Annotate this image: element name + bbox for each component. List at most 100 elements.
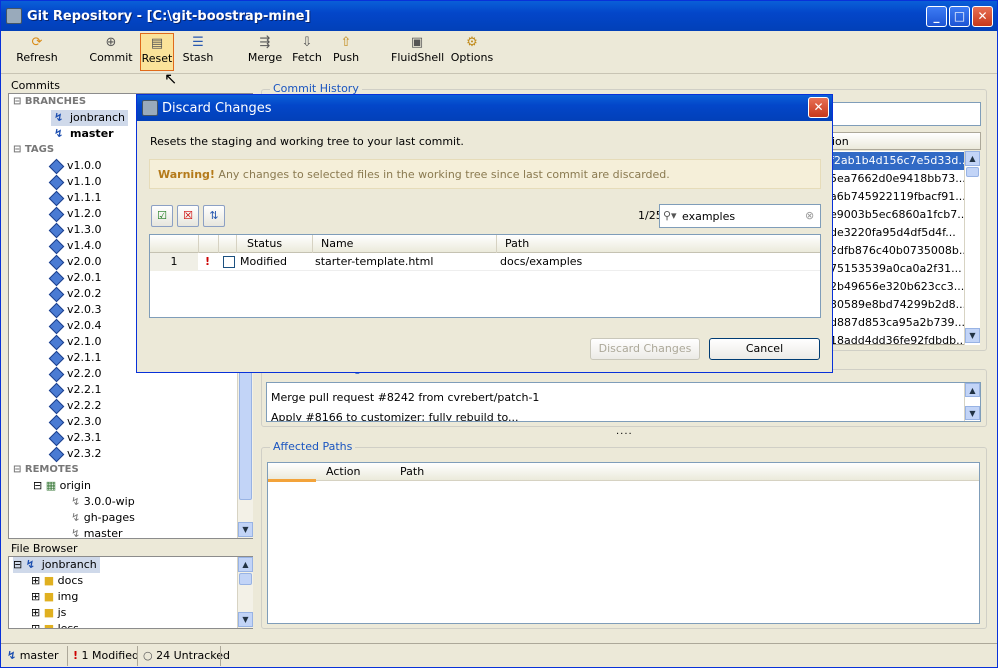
folder-img[interactable]: ⊞ ■ img bbox=[31, 589, 78, 605]
status-modified[interactable]: ! 1 Modified bbox=[73, 648, 139, 664]
remotes-header[interactable]: ⊟ REMOTES bbox=[13, 462, 79, 478]
tag-item[interactable]: v1.4.0 bbox=[48, 238, 102, 254]
column-path[interactable]: Path bbox=[505, 237, 529, 250]
commit-button[interactable]: ⊕ Commit bbox=[87, 33, 135, 71]
fetch-button[interactable]: ⇩ Fetch bbox=[290, 33, 324, 71]
options-button[interactable]: ⚙ Options bbox=[450, 33, 494, 71]
tag-item[interactable]: v1.3.0 bbox=[48, 222, 102, 238]
commit-row[interactable]: 2dfb876c40b0735008b... bbox=[830, 242, 965, 260]
remote-branch-master[interactable]: ↯ master bbox=[71, 526, 123, 542]
branch-jonbranch[interactable]: ↯ jonbranch bbox=[51, 110, 128, 126]
scroll-up-icon[interactable]: ▲ bbox=[965, 151, 980, 166]
scroll-thumb[interactable] bbox=[966, 167, 979, 177]
scroll-up-icon[interactable]: ▲ bbox=[238, 557, 253, 572]
commit-row[interactable]: 18add4dd36fe92fdbdb... bbox=[830, 332, 965, 344]
folder-less[interactable]: ⊞ ■ less bbox=[31, 621, 79, 628]
discard-changes-button[interactable]: Discard Changes bbox=[590, 338, 700, 360]
tag-item[interactable]: v2.2.1 bbox=[48, 382, 102, 398]
options-label: Options bbox=[450, 51, 494, 64]
close-button[interactable]: ✕ bbox=[972, 6, 993, 27]
tag-item[interactable]: v1.2.0 bbox=[48, 206, 102, 222]
select-all-button[interactable]: ☑ bbox=[151, 205, 173, 227]
tag-item[interactable]: v1.0.0 bbox=[48, 158, 102, 174]
commit-row[interactable]: 2b49656e320b623cc3... bbox=[830, 278, 965, 296]
tag-item[interactable]: v2.3.1 bbox=[48, 430, 102, 446]
push-button[interactable]: ⇧ Push bbox=[331, 33, 361, 71]
file-tree-root[interactable]: ⊟ ↯ jonbranch bbox=[13, 557, 100, 573]
tag-icon bbox=[48, 206, 65, 222]
maximize-button[interactable]: □ bbox=[949, 6, 970, 27]
commit-row[interactable]: 75153539a0ca0a2f31... bbox=[830, 260, 965, 278]
column-status[interactable]: Status bbox=[247, 237, 282, 250]
remote-branch-gh-pages[interactable]: ↯ gh-pages bbox=[71, 510, 135, 526]
stash-button[interactable]: ☰ Stash bbox=[181, 33, 215, 71]
clear-search-icon[interactable]: ⊗ bbox=[805, 209, 814, 222]
commit-row[interactable]: 5ea7662d0e9418bb73... bbox=[830, 170, 965, 188]
deselect-all-button[interactable]: ☒ bbox=[177, 205, 199, 227]
title-bar[interactable]: Git Repository - [C:\git-boostrap-mine] … bbox=[1, 1, 997, 31]
commit-row[interactable]: e9003b5ec6860a1fcb7... bbox=[830, 206, 965, 224]
remote-branch-label: gh-pages bbox=[83, 511, 135, 524]
tag-item[interactable]: v2.1.1 bbox=[48, 350, 102, 366]
commit-message-scrollbar[interactable]: ▲ ▼ bbox=[964, 383, 980, 421]
tag-item[interactable]: v2.0.1 bbox=[48, 270, 102, 286]
status-branch[interactable]: ↯ master bbox=[7, 648, 59, 664]
reset-button[interactable]: ▤ Reset bbox=[140, 33, 174, 71]
splitter-handle[interactable]: .... bbox=[616, 426, 633, 437]
scroll-down-icon[interactable]: ▼ bbox=[238, 522, 253, 537]
commit-row[interactable]: d887d853ca95a2b739... bbox=[830, 314, 965, 332]
dialog-icon bbox=[142, 100, 158, 116]
branch-master[interactable]: ↯ master bbox=[54, 126, 114, 142]
tag-item[interactable]: v2.0.2 bbox=[48, 286, 102, 302]
tag-item[interactable]: v2.0.4 bbox=[48, 318, 102, 334]
tag-item[interactable]: v2.0.0 bbox=[48, 254, 102, 270]
commit-filter-input[interactable] bbox=[827, 102, 981, 126]
column-name[interactable]: Name bbox=[321, 237, 353, 250]
scroll-up-icon[interactable]: ▲ bbox=[965, 383, 980, 397]
folder-js[interactable]: ⊞ ■ js bbox=[31, 605, 66, 621]
scroll-down-icon[interactable]: ▼ bbox=[965, 328, 980, 343]
folder-docs[interactable]: ⊞ ■ docs bbox=[31, 573, 83, 589]
dialog-close-button[interactable]: ✕ bbox=[808, 97, 829, 118]
merge-button[interactable]: ⇶ Merge bbox=[246, 33, 284, 71]
column-path[interactable]: Path bbox=[400, 465, 424, 478]
status-untracked[interactable]: ○ 24 Untracked bbox=[143, 648, 230, 664]
tag-item[interactable]: v2.3.0 bbox=[48, 414, 102, 430]
dialog-title-bar[interactable]: Discard Changes ✕ bbox=[137, 95, 832, 121]
file-tree-scrollbar[interactable]: ▲ ▼ bbox=[237, 557, 253, 628]
minimize-button[interactable]: _ bbox=[926, 6, 947, 27]
tag-icon bbox=[48, 446, 65, 462]
tag-label: v1.1.1 bbox=[67, 191, 102, 204]
tag-item[interactable]: v1.1.0 bbox=[48, 174, 102, 190]
tag-item[interactable]: v2.1.0 bbox=[48, 334, 102, 350]
commit-row[interactable]: f2ab1b4d156c7e5d33d... bbox=[830, 152, 965, 170]
tag-item[interactable]: v2.2.0 bbox=[48, 366, 102, 382]
commit-row[interactable]: de3220fa95d4df5d4f... bbox=[830, 224, 965, 242]
scroll-down-icon[interactable]: ▼ bbox=[965, 406, 980, 420]
commit-row[interactable]: a6b745922119fbacf91... bbox=[830, 188, 965, 206]
scroll-down-icon[interactable]: ▼ bbox=[238, 612, 253, 627]
refresh-button[interactable]: ⟳ Refresh bbox=[9, 33, 65, 71]
commit-row[interactable]: 30589e8bd74299b2d8... bbox=[830, 296, 965, 314]
remote-origin[interactable]: ⊟ ▦ origin bbox=[33, 478, 91, 494]
tag-item[interactable]: v1.1.1 bbox=[48, 190, 102, 206]
fluidshell-button[interactable]: ▣ FluidShell bbox=[391, 33, 444, 71]
stash-label: Stash bbox=[182, 51, 214, 64]
cancel-button[interactable]: Cancel bbox=[709, 338, 820, 360]
search-box[interactable]: ⚲▾ ⊗ bbox=[659, 204, 821, 228]
remote-branch-3-0-0-wip[interactable]: ↯ 3.0.0-wip bbox=[71, 494, 135, 510]
invert-selection-button[interactable]: ⇅ bbox=[203, 205, 225, 227]
row-number: 1 bbox=[150, 253, 198, 271]
column-action[interactable]: Action bbox=[326, 465, 360, 478]
tags-header[interactable]: ⊟ TAGS bbox=[13, 142, 54, 158]
table-row[interactable]: 1 ! Modified starter-template.html docs/… bbox=[150, 253, 820, 271]
tag-item[interactable]: v2.0.3 bbox=[48, 302, 102, 318]
tag-item[interactable]: v2.3.2 bbox=[48, 446, 102, 462]
tag-item[interactable]: v2.2.2 bbox=[48, 398, 102, 414]
commit-message-text[interactable]: Merge pull request #8242 from cvrebert/p… bbox=[266, 382, 981, 422]
row-checkbox[interactable] bbox=[223, 256, 235, 268]
commit-list-scrollbar[interactable]: ▲ ▼ bbox=[964, 151, 980, 345]
branches-header[interactable]: ⊟ BRANCHES bbox=[13, 94, 86, 110]
scroll-thumb[interactable] bbox=[239, 573, 252, 585]
search-input[interactable] bbox=[682, 208, 802, 224]
